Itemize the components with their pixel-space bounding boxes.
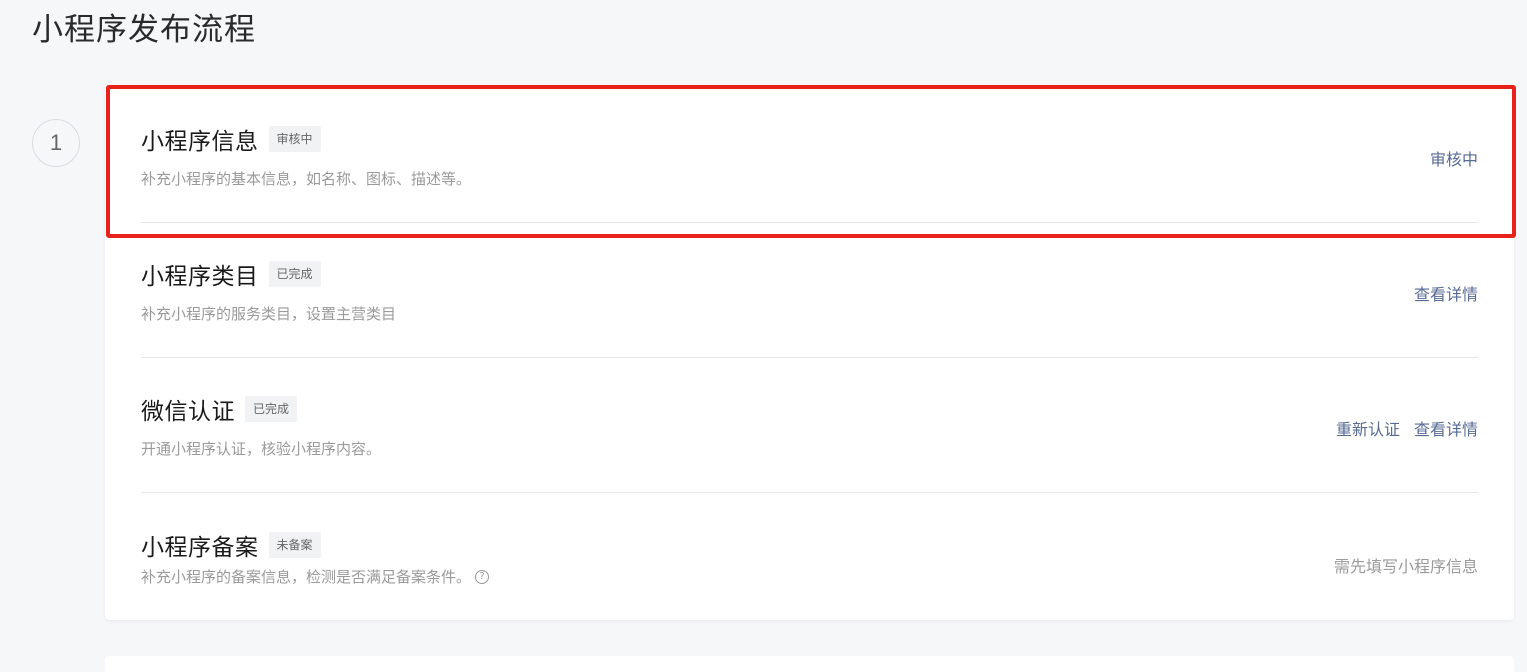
view-details-link[interactable]: 查看详情	[1414, 416, 1478, 440]
step-desc-info: 补充小程序的基本信息，如名称、图标、描述等。	[141, 170, 472, 188]
step-title-filing: 小程序备案	[141, 535, 259, 561]
page-title: 小程序发布流程	[32, 12, 256, 48]
next-step-card	[105, 656, 1514, 672]
status-badge: 已完成	[268, 261, 321, 287]
step-row-info: 小程序信息 审核中 补充小程序的基本信息，如名称、图标、描述等。 审核中	[141, 88, 1478, 223]
publish-steps-card: 小程序信息 审核中 补充小程序的基本信息，如名称、图标、描述等。 审核中 小程序…	[105, 88, 1514, 620]
step-desc-filing-wrap: 补充小程序的备案信息，检测是否满足备案条件。 ?	[141, 566, 490, 587]
view-details-link[interactable]: 查看详情	[1414, 281, 1478, 305]
step-number-badge: 1	[32, 119, 80, 167]
question-circle-icon[interactable]: ?	[475, 569, 490, 584]
reverify-link[interactable]: 重新认证	[1336, 416, 1400, 440]
step-desc-category: 补充小程序的服务类目，设置主营类目	[141, 305, 397, 323]
step-row-verification: 微信认证 已完成 开通小程序认证，核验小程序内容。 重新认证 查看详情	[141, 358, 1478, 493]
step-title-info: 小程序信息	[141, 129, 259, 155]
status-badge: 审核中	[268, 126, 321, 152]
reviewing-link[interactable]: 审核中	[1430, 146, 1478, 170]
step-row-category: 小程序类目 已完成 补充小程序的服务类目，设置主营类目 查看详情	[141, 223, 1478, 358]
fill-info-first-hint: 需先填写小程序信息	[1333, 557, 1478, 576]
step-desc-verification: 开通小程序认证，核验小程序内容。	[141, 440, 382, 458]
step-desc-filing: 补充小程序的备案信息，检测是否满足备案条件。	[141, 568, 472, 586]
status-badge: 未备案	[268, 532, 321, 558]
step-title-category: 小程序类目	[141, 264, 259, 290]
step-title-verification: 微信认证	[141, 399, 235, 425]
status-badge: 已完成	[245, 396, 298, 422]
step-row-filing: 小程序备案 未备案 补充小程序的备案信息，检测是否满足备案条件。 ? 需先填写小…	[141, 493, 1478, 628]
